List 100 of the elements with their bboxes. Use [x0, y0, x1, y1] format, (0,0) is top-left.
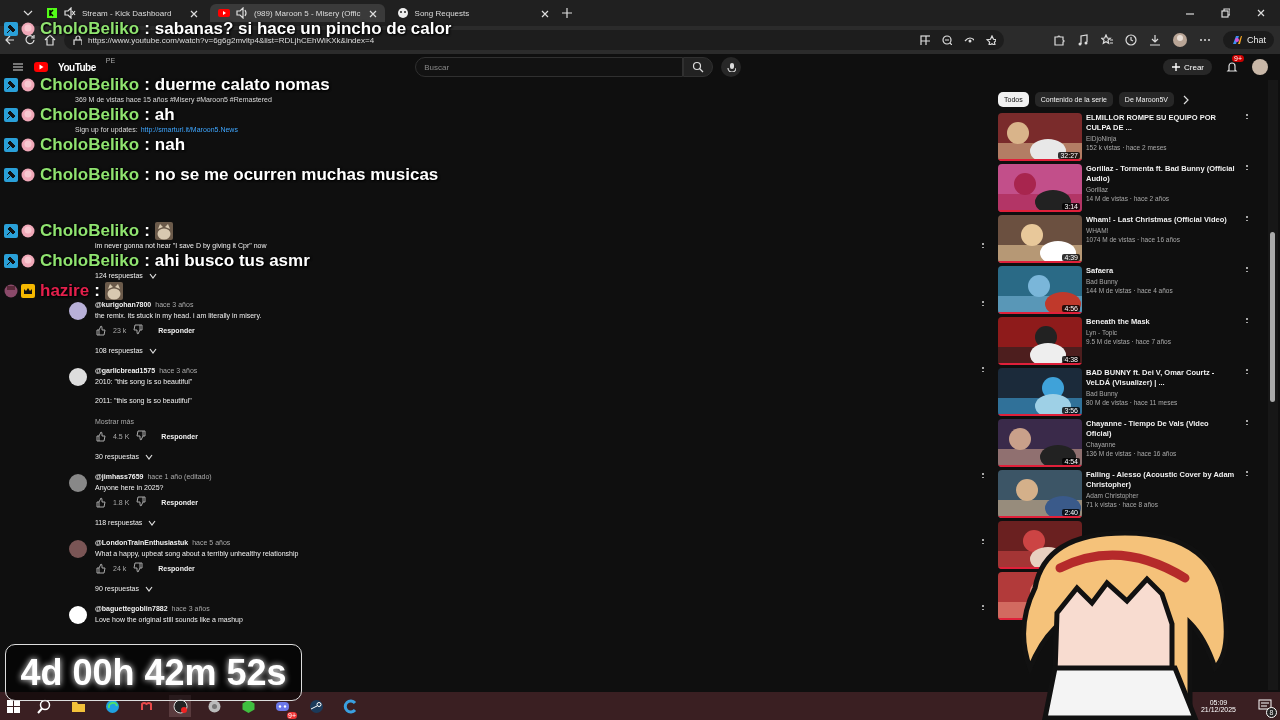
more-vertical-icon[interactable] [1244, 470, 1250, 476]
back-icon[interactable] [4, 34, 16, 46]
round-avatar-icon [21, 78, 35, 92]
thumbs-down-icon[interactable] [132, 324, 145, 336]
more-vertical-icon[interactable] [980, 242, 986, 248]
history-icon[interactable] [1125, 34, 1137, 46]
favorites-icon[interactable] [1101, 34, 1113, 46]
chat-separator: : [144, 254, 150, 268]
browser-tab[interactable]: (989) Maroon 5 - Misery (Offic [210, 4, 385, 22]
profile-avatar-icon[interactable] [1173, 33, 1187, 47]
chat-separator: : [144, 108, 150, 122]
thumbs-up-icon[interactable] [95, 562, 107, 574]
chevron-down-icon [148, 272, 157, 280]
round-avatar-icon [21, 168, 35, 182]
chat-separator: : [144, 78, 150, 92]
more-vertical-icon[interactable] [1244, 215, 1250, 221]
chat-separator: : [144, 168, 150, 182]
thumbs-up-icon[interactable] [95, 430, 107, 442]
eye-icon[interactable] [964, 35, 974, 45]
more-vertical-icon[interactable] [1244, 266, 1250, 272]
zoom-out-icon[interactable] [942, 35, 952, 45]
more-vertical-icon[interactable] [1244, 419, 1250, 425]
chat-text: no se me ocurren muchas musicas [154, 168, 439, 182]
user-avatar[interactable] [69, 606, 87, 624]
record-icon[interactable] [172, 698, 188, 714]
download-icon[interactable] [1149, 34, 1161, 46]
more-vertical-icon[interactable] [980, 366, 986, 372]
microphone-button[interactable] [721, 57, 742, 77]
more-vertical-icon[interactable] [980, 604, 986, 610]
search-icon [692, 61, 705, 73]
chat-text: ah [154, 108, 175, 122]
more-vertical-icon[interactable] [980, 300, 986, 306]
more-vertical-icon[interactable] [1244, 113, 1250, 119]
countdown-timer: 4d 00h 42m 52s [5, 644, 302, 701]
chat-text: nah [154, 138, 186, 152]
search-field[interactable]: Buscar [415, 57, 684, 77]
steam-icon[interactable] [308, 698, 324, 714]
search-icon[interactable] [36, 698, 52, 714]
play-logo-icon [218, 7, 230, 19]
chevron-down-icon [148, 347, 157, 355]
thumbs-down-icon[interactable] [135, 430, 148, 442]
round-avatar-icon [21, 138, 35, 152]
round-avatar-icon [4, 284, 18, 298]
browser-tab[interactable]: Song Requests [388, 4, 557, 22]
c-logo-icon[interactable] [342, 698, 358, 714]
play-logo-icon[interactable] [34, 60, 48, 74]
copilot-icon [1231, 34, 1243, 46]
reload-icon[interactable] [24, 34, 36, 46]
more-vertical-icon[interactable] [980, 538, 986, 544]
chevron-down-icon [145, 453, 153, 461]
chat-username[interactable]: CholoBeliko [40, 224, 140, 238]
chat-separator: : [144, 138, 150, 152]
close-icon[interactable] [188, 8, 198, 18]
music-icon[interactable] [1077, 34, 1089, 46]
plus-icon [1171, 62, 1181, 72]
browser-tab[interactable]: Stream - Kick Dashboard [38, 4, 206, 22]
thumbs-down-icon[interactable] [132, 562, 145, 574]
chat-username[interactable]: CholoBeliko [40, 138, 140, 152]
chat-username[interactable]: CholoBeliko [40, 254, 140, 268]
app-icon[interactable] [920, 35, 930, 45]
hexagon-icon[interactable] [240, 698, 256, 714]
chat-button[interactable]: Chat [1223, 31, 1274, 49]
thumbs-up-icon[interactable] [95, 496, 107, 508]
round-avatar-icon [21, 22, 35, 36]
avatar-icon[interactable] [1252, 59, 1268, 75]
chevron-down-icon [148, 519, 157, 527]
chat-separator: : [94, 284, 100, 298]
plus-icon[interactable] [560, 7, 573, 19]
home-icon[interactable] [44, 34, 56, 46]
more-vertical-icon[interactable] [1244, 317, 1250, 323]
user-avatar[interactable] [69, 368, 87, 386]
windows-icon[interactable] [6, 698, 21, 714]
microphone-icon [726, 62, 737, 72]
chat-username[interactable]: CholoBeliko [40, 108, 140, 122]
round-avatar-icon [21, 224, 35, 238]
user-avatar[interactable] [69, 302, 87, 320]
search-button[interactable] [683, 57, 714, 77]
close-icon[interactable] [1256, 8, 1266, 18]
bell-icon[interactable] [1226, 61, 1238, 73]
chat-username[interactable]: CholoBeliko [40, 168, 140, 182]
gear-icon[interactable] [206, 698, 222, 714]
browser-icon[interactable] [104, 698, 120, 714]
thumbs-up-icon[interactable] [95, 324, 107, 336]
more-vertical-icon[interactable] [1244, 164, 1250, 170]
puzzle-icon[interactable] [1053, 34, 1065, 46]
create-button[interactable]: Crear [1163, 59, 1212, 75]
logo-text[interactable]: YouTube [58, 61, 96, 73]
more-vertical-icon[interactable] [980, 472, 986, 478]
round-avatar-icon [21, 108, 35, 122]
thumbs-down-icon[interactable] [135, 496, 148, 508]
scrollbar-thumb[interactable] [1270, 232, 1275, 402]
notification-icon[interactable] [1258, 699, 1272, 713]
restore-icon[interactable] [1220, 8, 1230, 18]
k-logo-icon [46, 7, 58, 19]
chat-username[interactable]: CholoBeliko [40, 78, 140, 92]
menu-icon[interactable] [12, 61, 24, 73]
chat-username[interactable]: hazire [40, 284, 90, 298]
star-icon[interactable] [986, 35, 996, 45]
bot-icon [396, 7, 409, 19]
more-vertical-icon[interactable] [1244, 368, 1250, 374]
